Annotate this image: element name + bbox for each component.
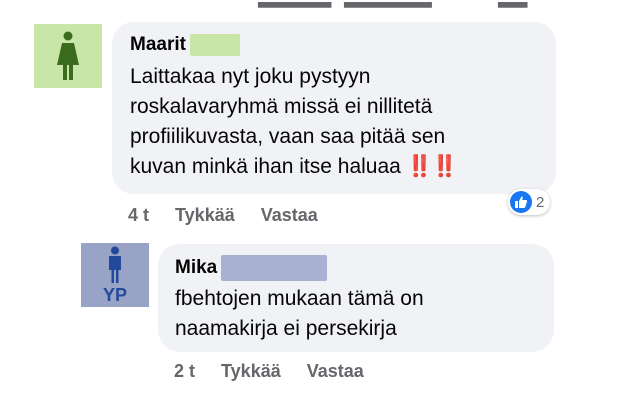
comment-line: fbehtojen mukaan tämä on xyxy=(175,287,424,310)
redacted-surname xyxy=(189,34,240,56)
previous-like-link-clipped[interactable]: ▂▂▂▂▂ xyxy=(258,0,331,9)
author-name[interactable]: Maarit xyxy=(130,34,186,56)
reply-link[interactable]: Vastaa xyxy=(307,361,364,382)
comment-text: fbehtojen mukaan tämä on naamakirja ei p… xyxy=(175,284,424,344)
comment-line: roskalavaryhmä missä ei nillitetä xyxy=(130,95,433,118)
comment-actions: 4 t Tykkää Vastaa xyxy=(128,205,318,226)
comment-header: Mika xyxy=(175,255,328,281)
comment-actions: 2 t Tykkää Vastaa xyxy=(174,361,364,382)
double-exclamation-emoji: ‼️‼️ xyxy=(406,155,458,178)
like-link[interactable]: Tykkää xyxy=(175,205,235,226)
previous-reply-link-clipped[interactable]: ▂▂▂▂▂▂ xyxy=(344,0,432,9)
previous-reaction-clipped: ▂▂ xyxy=(498,0,527,9)
previous-comment-actions: ▂▂▂▂▂ ▂▂▂▂▂▂ ▂▂ xyxy=(0,0,632,9)
timestamp[interactable]: 2 t xyxy=(174,361,195,382)
redacted-surname xyxy=(221,255,328,281)
female-person-icon xyxy=(57,31,79,80)
comment-line: kuvan minkä ihan itse haluaa xyxy=(130,155,401,178)
timestamp[interactable]: 4 t xyxy=(128,205,149,226)
avatar[interactable]: YP xyxy=(81,243,149,307)
reaction-summary[interactable]: 2 xyxy=(508,189,551,215)
comment-line: profiilikuvasta, vaan saa pitää sen xyxy=(130,125,446,148)
comment-line: naamakirja ei persekirja xyxy=(175,317,397,340)
male-person-icon xyxy=(109,246,121,283)
reply-link[interactable]: Vastaa xyxy=(261,205,318,226)
comment-header: Maarit xyxy=(130,34,240,56)
comment-text: Laittakaa nyt joku pystyyn roskalavaryhm… xyxy=(130,62,458,182)
avatar-initials: YP xyxy=(102,285,127,305)
comment-line-with-emoji: kuvan minkä ihan itse haluaa ‼️‼️ xyxy=(130,152,458,182)
avatar[interactable] xyxy=(34,24,102,88)
reaction-count: 2 xyxy=(536,193,545,211)
author-name[interactable]: Mika xyxy=(175,257,217,279)
like-link[interactable]: Tykkää xyxy=(221,361,281,382)
comment-line: Laittakaa nyt joku pystyyn xyxy=(130,65,371,88)
like-icon xyxy=(510,191,532,213)
